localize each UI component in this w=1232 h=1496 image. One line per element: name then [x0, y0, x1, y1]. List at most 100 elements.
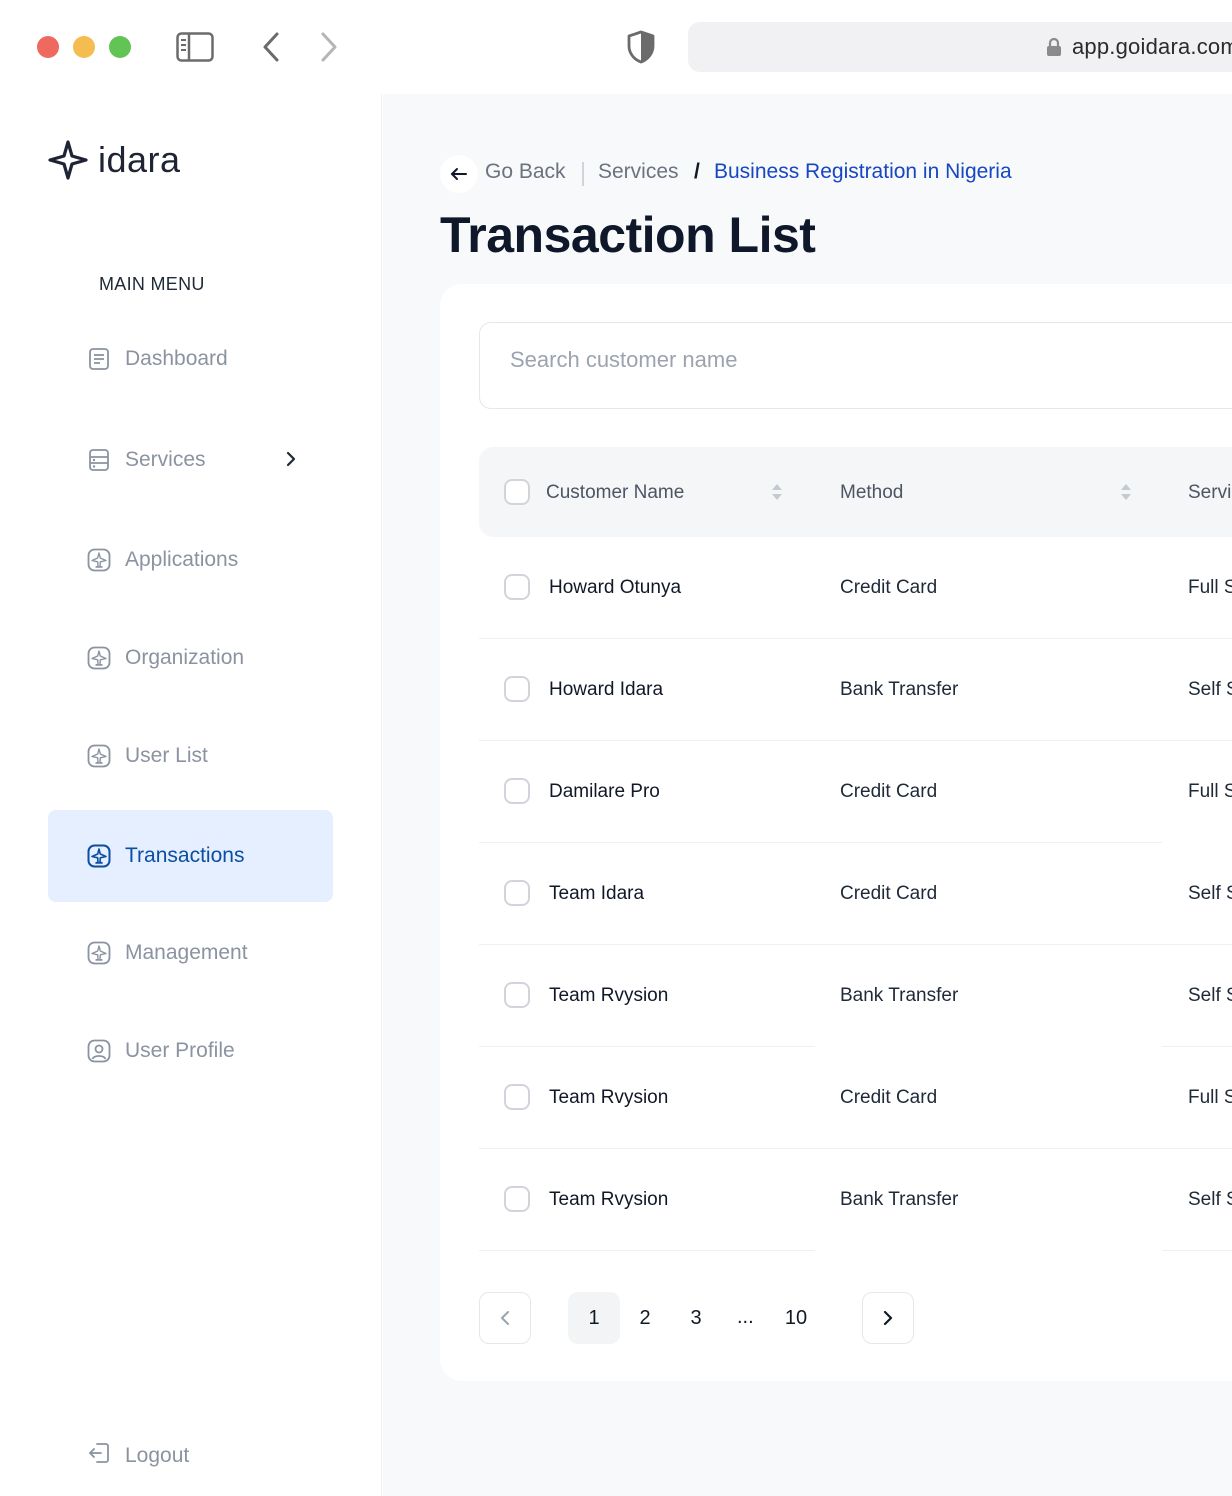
logout-icon: [87, 1441, 111, 1470]
breadcrumb-current[interactable]: Business Registration in Nigeria: [714, 160, 1012, 184]
chevron-right-icon[interactable]: [285, 450, 297, 473]
service-cell: Full Service: [1188, 781, 1232, 802]
service-cell: Full Service: [1188, 577, 1232, 598]
breadcrumb-divider: [582, 162, 584, 186]
main-content: Go Back Services / Business Registration…: [383, 94, 1232, 1496]
method-cell: Bank Transfer: [840, 1189, 959, 1210]
server-icon: [87, 448, 111, 472]
sort-icon[interactable]: [771, 483, 783, 506]
maximize-window-button[interactable]: [109, 36, 131, 58]
sidebar-item-dashboard[interactable]: Dashboard: [48, 313, 333, 405]
row-checkbox[interactable]: [504, 676, 530, 702]
row-checkbox[interactable]: [504, 1084, 530, 1110]
main-menu-heading: MAIN MENU: [99, 274, 205, 294]
column-header-service[interactable]: Service: [1188, 482, 1232, 504]
airplane-badge-icon: [87, 548, 111, 572]
pagination-ellipsis: ...: [737, 1306, 754, 1328]
table-row[interactable]: Team Rvysion Bank Transfer Self Service: [479, 1149, 1232, 1251]
sidebar-item-label: Services: [125, 448, 206, 471]
sidebar-item-label: Applications: [125, 548, 239, 571]
page-button-2[interactable]: 2: [619, 1292, 671, 1344]
customer-name-cell: Howard Idara: [549, 679, 664, 700]
lock-icon: [1046, 37, 1062, 62]
sidebar-item-services[interactable]: Services: [48, 414, 333, 506]
table-row[interactable]: Team Idara Credit Card Self Service: [479, 843, 1232, 945]
row-divider: [479, 1249, 815, 1251]
sidebar-item-transactions[interactable]: Transactions: [48, 810, 333, 902]
method-cell: Credit Card: [840, 577, 938, 598]
logout-button[interactable]: Logout: [87, 1441, 189, 1470]
method-cell: Bank Transfer: [840, 679, 959, 700]
breadcrumb-services[interactable]: Services: [598, 160, 679, 184]
previous-page-button[interactable]: [479, 1292, 531, 1344]
customer-name-cell: Team Rvysion: [549, 1087, 669, 1108]
sidebar-item-label: Transactions: [125, 844, 245, 867]
transactions-card: Customer Name Method Service Howard Otun…: [440, 284, 1232, 1381]
sidebar-item-user-list[interactable]: User List: [48, 710, 333, 802]
method-cell: Bank Transfer: [840, 985, 959, 1006]
service-cell: Self Service: [1188, 883, 1232, 904]
method-cell: Credit Card: [840, 1087, 938, 1108]
column-header-method[interactable]: Method: [840, 482, 903, 504]
logo-text: idara: [98, 139, 181, 180]
logo: idara: [48, 139, 181, 181]
search-input[interactable]: [510, 347, 1210, 373]
table-header: Customer Name Method Service: [479, 447, 1232, 537]
chevron-right-icon: [883, 1310, 893, 1326]
sidebar-toggle-icon[interactable]: [176, 32, 214, 62]
page-button-10[interactable]: 10: [770, 1292, 822, 1344]
customer-name-cell: Team Idara: [549, 883, 645, 904]
service-cell: Self Service: [1188, 679, 1232, 700]
logout-label: Logout: [125, 1443, 190, 1467]
sidebar-item-organization[interactable]: Organization: [48, 612, 333, 704]
address-bar[interactable]: app.goidara.com: [688, 22, 1232, 72]
airplane-badge-icon: [87, 941, 111, 965]
table-row[interactable]: Team Rvysion Credit Card Full Service: [479, 1047, 1232, 1149]
sidebar-item-applications[interactable]: Applications: [48, 514, 333, 606]
close-window-button[interactable]: [37, 36, 59, 58]
method-cell: Credit Card: [840, 883, 938, 904]
sidebar-item-user-profile[interactable]: User Profile: [48, 1005, 333, 1097]
go-back-button[interactable]: [440, 155, 478, 193]
service-cell: Self Service: [1188, 1189, 1232, 1210]
sidebar-item-label: User List: [125, 744, 208, 767]
row-checkbox[interactable]: [504, 1186, 530, 1212]
sidebar: idara MAIN MENU Dashboard Services Appli…: [0, 94, 382, 1496]
service-cell: Self Service: [1188, 985, 1232, 1006]
url-text: app.goidara.com: [1072, 34, 1232, 59]
page-button-1[interactable]: 1: [568, 1292, 620, 1344]
airplane-badge-icon: [87, 646, 111, 670]
sidebar-item-label: User Profile: [125, 1039, 235, 1062]
chevron-left-icon: [501, 1311, 509, 1325]
browser-forward-icon[interactable]: [318, 31, 340, 63]
column-header-customer-name[interactable]: Customer Name: [546, 482, 684, 504]
breadcrumb-separator: /: [694, 160, 700, 183]
row-checkbox[interactable]: [504, 778, 530, 804]
select-all-checkbox[interactable]: [504, 479, 530, 505]
row-checkbox[interactable]: [504, 982, 530, 1008]
browser-back-icon[interactable]: [260, 31, 282, 63]
airplane-badge-icon: [87, 844, 111, 868]
search-box[interactable]: [479, 322, 1232, 409]
table-row[interactable]: Howard Otunya Credit Card Full Service: [479, 537, 1232, 639]
table-row[interactable]: Howard Idara Bank Transfer Self Service: [479, 639, 1232, 741]
page-button-3[interactable]: 3: [670, 1292, 722, 1344]
shield-icon[interactable]: [627, 30, 655, 64]
sidebar-item-label: Dashboard: [125, 347, 228, 370]
table-row[interactable]: Damilare Pro Credit Card Full Service: [479, 741, 1232, 843]
customer-name-cell: Team Rvysion: [549, 985, 669, 1006]
page-title: Transaction List: [440, 207, 816, 263]
customer-name-cell: Damilare Pro: [549, 781, 660, 802]
sidebar-item-label: Organization: [125, 646, 245, 669]
minimize-window-button[interactable]: [73, 36, 95, 58]
row-checkbox[interactable]: [504, 880, 530, 906]
airplane-badge-icon: [87, 744, 111, 768]
sort-icon[interactable]: [1120, 483, 1132, 506]
go-back-link[interactable]: Go Back: [485, 160, 566, 184]
service-cell: Full Service: [1188, 1087, 1232, 1108]
sidebar-item-management[interactable]: Management: [48, 907, 333, 999]
table-row[interactable]: Team Rvysion Bank Transfer Self Service: [479, 945, 1232, 1047]
method-cell: Credit Card: [840, 781, 938, 802]
next-page-button[interactable]: [862, 1292, 914, 1344]
row-checkbox[interactable]: [504, 574, 530, 600]
